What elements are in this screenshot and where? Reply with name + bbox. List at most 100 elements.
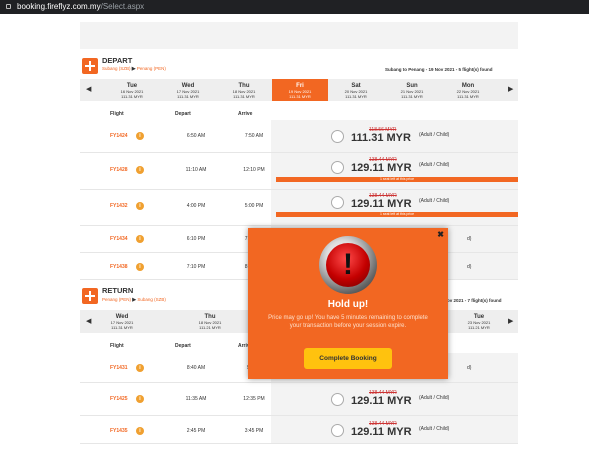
depart-time: 11:35 AM [185,396,207,402]
route-origin: Penang (PEN) [102,297,132,302]
prev-dates-icon[interactable]: ◀ [86,317,91,325]
flight-row: FY1432 i 4:00 PM 5:00 PM 138.44 MYR 129.… [80,190,518,226]
date-tab[interactable]: Sun 21 Nov 2021 111.31 MYR [384,79,440,101]
fare-price: 129.11 MYR [351,198,412,210]
close-icon[interactable]: ✖ [437,230,444,239]
route-origin: Subang (SZB) [102,66,131,71]
plane-icon [82,288,98,304]
depart-title: DEPART [102,56,133,65]
info-icon[interactable]: i [136,427,144,435]
modal-title: Hold up! [327,299,369,310]
fare-radio[interactable] [331,196,344,209]
date-tab-selected[interactable]: Fri 19 Nov 2021 111.31 MYR [272,79,328,101]
date-price: 111.31 MYR [121,93,143,99]
return-route: Penang (PEN) ▶ Subang (SZB) [102,297,166,303]
info-icon[interactable]: i [136,235,144,243]
flight-number[interactable]: FY1434 [110,236,128,242]
date-tab[interactable]: Sat 20 Nov 2021 111.31 MYR [328,79,384,101]
fare-note: d) [467,264,472,270]
depart-time: 11:10 AM [185,167,207,173]
next-dates-icon[interactable]: ▶ [508,317,513,325]
return-summary: ov 2021 - 7 flight(s) found [447,298,502,303]
date-tab[interactable]: Mon 22 Nov 2021 111.31 MYR [440,79,496,101]
flight-number[interactable]: FY1425 [110,396,128,402]
depart-time: 6:50 AM [186,133,206,139]
fare-note: (Adult / Child) [419,395,450,401]
seat-left-banner: 1 seat left at this price [276,177,518,182]
prev-dates-icon[interactable]: ◀ [86,85,91,93]
fare-note: (Adult / Child) [419,162,450,168]
depart-summary: Subang to Penang - 19 Nov 2021 - 5 fligh… [385,67,493,72]
fare-radio[interactable] [331,393,344,406]
alarm-icon: ! [319,236,377,294]
date-price: 111.21 MYR [468,324,490,330]
fare-radio[interactable] [331,424,344,437]
depart-route: Subang (SZB) ▶ Penang (PEN) [102,66,166,72]
arrive-time: 12:10 PM [243,167,265,173]
fare-note: (Adult / Child) [419,198,450,204]
fare-note: (Adult / Child) [419,426,450,432]
flight-number[interactable]: FY1438 [110,264,128,270]
date-tab[interactable]: Wed 17 Nov 2021 111.31 MYR [94,310,150,333]
date-price: 111.31 MYR [111,324,133,330]
info-icon[interactable]: i [136,132,144,140]
plane-icon [82,58,98,74]
modal-message: Price may go up! You have 5 minutes rema… [268,315,428,329]
fare-price: 129.11 MYR [351,395,412,407]
flight-row: FY1424 i 6:50 AM 7:50 AM 118.56 MYR 111.… [80,120,518,153]
date-price: 111.31 MYR [401,93,423,99]
alarm-light: ! [326,243,370,287]
session-timeout-modal: ✖ ! Hold up! Price may go up! You have 5… [248,228,448,379]
date-tab[interactable]: Tue 23 Nov 2021 111.21 MYR [452,310,506,333]
route-arrow-icon: ▶ [132,297,137,303]
fare-price: 111.31 MYR [351,132,411,144]
flight-row: FY1435 i 2:45 PM 3:45 PM 138.44 MYR 129.… [80,416,518,444]
col-depart: Depart [175,111,191,117]
info-icon[interactable]: i [136,364,144,372]
fare-cell: 138.44 MYR 129.11 MYR (Adult / Child) [271,416,518,443]
date-price: 111.31 MYR [457,93,479,99]
info-icon[interactable]: i [136,263,144,271]
info-icon[interactable]: i [136,202,144,210]
info-icon[interactable]: i [136,395,144,403]
info-icon[interactable]: i [136,166,144,174]
date-tab[interactable]: Thu 18 Nov 2021 111.31 MYR [216,79,272,101]
address-bar[interactable]: booking.fireflyz.com.my/Select.aspx [0,0,589,14]
date-tab[interactable]: Wed 17 Nov 2021 111.31 MYR [160,79,216,101]
flight-number[interactable]: FY1428 [110,167,128,173]
fare-note: (Adult / Child) [419,132,450,138]
fare-cell: 138.44 MYR 129.11 MYR (Adult / Child) 1 … [271,190,518,225]
depart-date-bar: ◀ Tue 16 Nov 2021 111.31 MYR Wed 17 Nov 202… [80,79,518,101]
url-domain: booking.fireflyz.com.my [17,2,101,11]
fare-radio[interactable] [331,161,344,174]
date-price: 111.31 MYR [177,93,199,99]
depart-time: 4:00 PM [186,203,206,209]
flight-number[interactable]: FY1432 [110,203,128,209]
col-flight: Flight [110,111,124,117]
depart-time: 2:45 PM [186,428,206,434]
next-dates-icon[interactable]: ▶ [508,85,513,93]
lock-icon [6,4,11,10]
date-price: 111.31 MYR [289,93,311,99]
arrive-time: 3:45 PM [244,428,264,434]
fare-price: 129.11 MYR [351,426,412,438]
flight-number[interactable]: FY1435 [110,428,128,434]
page: booking.fireflyz.com.my/Select.aspx DEPA… [0,0,589,462]
flight-number[interactable]: FY1424 [110,133,128,139]
col-depart: Depart [175,343,191,349]
fare-radio[interactable] [331,130,344,143]
date-price: 111.31 MYR [233,93,255,99]
flight-row: FY1425 i 11:35 AM 12:35 PM 138.44 MYR 12… [80,383,518,416]
flight-number[interactable]: FY1431 [110,365,128,371]
depart-time: 7:10 PM [186,264,206,270]
complete-booking-button[interactable]: Complete Booking [304,348,392,369]
route-destination: Subang (SZB) [137,297,166,302]
fare-cell: 138.44 MYR 129.11 MYR (Adult / Child) 1 … [271,153,518,189]
header-strip [80,22,518,49]
arrive-time: 5:00 PM [244,203,264,209]
seat-left-banner: 1 seat left at this price [276,212,518,217]
col-flight: Flight [110,343,124,349]
fare-note: d) [467,236,472,242]
date-price: 111.31 MYR [345,93,367,99]
date-tab[interactable]: Tue 16 Nov 2021 111.31 MYR [104,79,160,101]
